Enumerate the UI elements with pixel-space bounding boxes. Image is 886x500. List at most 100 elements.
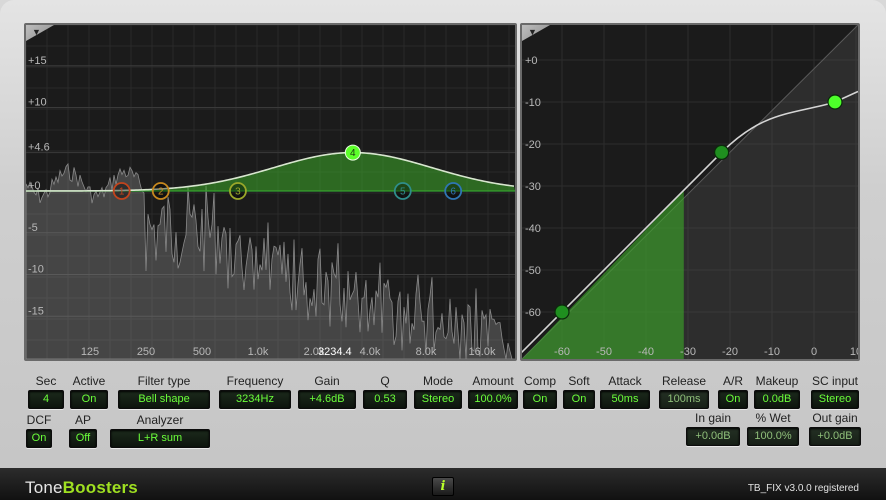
amount-control: Amount 100.0% [467,374,519,409]
svg-text:5: 5 [400,187,406,198]
filter-type-select[interactable]: Bell shape [118,390,210,409]
compressor-x-tick-label: -50 [596,346,612,358]
compressor-x-tick-label: -30 [680,346,696,358]
eq-y-tick-label: -10 [28,264,44,276]
info-button[interactable]: i [432,477,454,496]
compressor-graph[interactable]: +0 -10 -20 -30 -40 -50 -60 -60 -50 -40 -30 -20 -10 0 1… [520,23,860,361]
compressor-y-tick-label: -30 [525,181,541,193]
filter-type-control: Filter type Bell shape [118,374,210,409]
ap-toggle[interactable]: Off [69,429,97,448]
wet-label: % Wet [755,411,791,425]
q-label: Q [380,374,390,388]
mode-label: Mode [422,374,454,388]
analyzer-select[interactable]: L+R sum [110,429,210,448]
eq-y-tick-label: -5 [28,222,38,234]
eq-band-node-6[interactable]: 6 [444,182,463,200]
comp-label: Comp [523,374,556,388]
compressor-node-2[interactable] [714,144,730,161]
compressor-y-tick-label: -50 [525,265,541,277]
dcf-control: DCF On [25,413,53,448]
sec-value[interactable]: 4 [28,390,64,409]
soft-toggle[interactable]: On [563,390,595,409]
amount-label: Amount [472,374,514,388]
eq-graph[interactable]: +15 +10 +4.6 +0 -5 -10 -15 125 250 500 1.0k 2.0k 4.0… [24,23,517,361]
compressor-x-tick-label: -40 [638,346,654,358]
compressor-y-tick-label: -20 [525,139,541,151]
attack-control: Attack 50ms [599,374,651,409]
sc-input-control: SC input Stereo [808,374,862,409]
q-value[interactable]: 0.53 [363,390,407,409]
compressor-node-1[interactable] [554,304,570,320]
compressor-y-tick-label: -10 [525,97,541,109]
gain-label: Gain [314,374,340,388]
ar-label: A/R [722,374,743,388]
ar-control: A/R On [718,374,748,409]
eq-band-node-1[interactable]: 1 [112,182,131,200]
svg-text:3: 3 [235,187,241,198]
out-gain-label: Out gain [812,411,858,425]
out-gain-value[interactable]: +0.0dB [809,427,861,446]
eq-y-tick-label: +4.6 [28,142,50,154]
active-toggle[interactable]: On [70,390,108,409]
release-value[interactable]: 100ms [659,390,709,409]
analyzer-label: Analyzer [136,413,184,427]
makeup-value[interactable]: 0.0dB [754,390,800,409]
logo-boosters: Boosters [62,478,138,497]
compressor-x-tick-label: -10 [764,346,780,358]
eq-band-node-2[interactable]: 2 [151,182,170,200]
in-gain-label: In gain [694,411,732,425]
eq-x-tick-label: 4.0k [360,346,381,358]
eq-x-tick-label: 500 [193,346,211,358]
filter-type-label: Filter type [137,374,191,388]
compressor-x-tick-label: -20 [722,346,738,358]
sc-input-label: SC input [811,374,859,388]
eq-x-tick-label: 8.0k [416,346,437,358]
wet-value[interactable]: 100.0% [747,427,799,446]
eq-x-tick-label: 16.0k [469,346,496,358]
compressor-node-3[interactable] [827,94,843,110]
attack-label: Attack [608,374,642,388]
ap-control: AP Off [68,413,98,448]
svg-text:4: 4 [350,148,356,159]
q-control: Q 0.53 [362,374,408,409]
sec-control: Sec 4 [25,374,67,409]
amount-value[interactable]: 100.0% [468,390,518,409]
eq-y-tick-label: +0 [28,180,41,192]
compressor-graph-canvas[interactable]: +0 -10 -20 -30 -40 -50 -60 -60 -50 -40 -30 -20 -10 0 1… [522,25,858,359]
compressor-x-tick-label: 10 [850,346,858,358]
active-label: Active [72,374,106,388]
svg-text:6: 6 [450,187,456,198]
compressor-y-tick-label: -40 [525,223,541,235]
compressor-x-tick-label: -60 [554,346,570,358]
comp-control: Comp On [522,374,558,409]
eq-cursor-frequency: 3234.4 [318,346,352,358]
frequency-control: Frequency 3234Hz [218,374,292,409]
eq-band-node-4[interactable]: 4 [344,144,361,161]
comp-toggle[interactable]: On [523,390,557,409]
release-control: Release 100ms [656,374,712,409]
eq-y-tick-label: +10 [28,97,47,109]
eq-graph-canvas[interactable]: +15+10+4.6+0-5-10-15125 250 500 1.0k 2.0k 4.0… [26,25,515,359]
ap-label: AP [74,413,91,427]
dcf-label: DCF [26,413,52,427]
in-gain-value[interactable]: +0.0dB [686,427,740,446]
eq-band-node-5[interactable]: 5 [393,182,412,200]
dcf-toggle[interactable]: On [26,429,52,448]
gain-control: Gain +4.6dB [297,374,357,409]
mode-select[interactable]: Stereo [414,390,462,409]
soft-label: Soft [568,374,590,388]
frequency-value[interactable]: 3234Hz [219,390,291,409]
tonebooster-logo: ToneBoosters [25,478,138,498]
gain-value[interactable]: +4.6dB [298,390,356,409]
release-label: Release [661,374,707,388]
compressor-y-tick-label: -60 [525,307,541,319]
out-gain-control: Out gain +0.0dB [808,411,862,446]
ar-toggle[interactable]: On [718,390,748,409]
attack-value[interactable]: 50ms [600,390,650,409]
eq-band-node-3[interactable]: 3 [229,182,247,200]
svg-text:1: 1 [119,187,125,198]
eq-x-tick-label: 250 [137,346,155,358]
sc-input-select[interactable]: Stereo [811,390,859,409]
logo-tone: Tone [25,478,63,497]
wet-control: % Wet 100.0% [746,411,800,446]
